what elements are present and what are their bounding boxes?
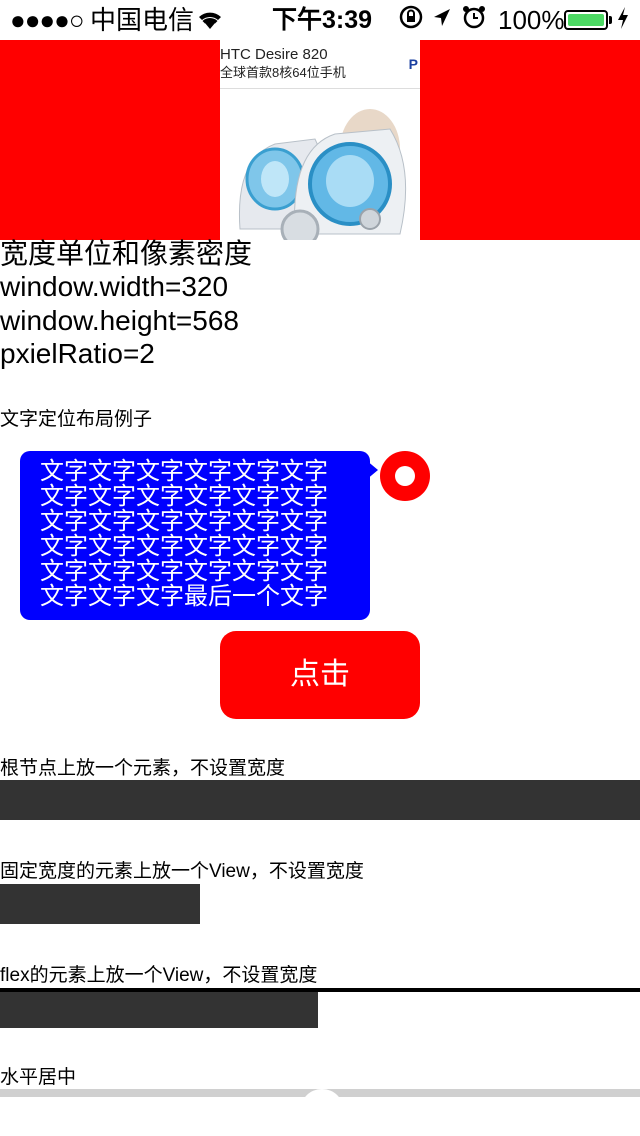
bubble-tail	[366, 460, 378, 480]
red-block-right	[420, 40, 640, 240]
ad-title: HTC Desire 820	[220, 46, 328, 63]
radio-indicator-icon[interactable]	[380, 451, 430, 501]
flex-element-label: flex的元素上放一个View，不设置宽度	[0, 965, 318, 986]
ad-subtitle: 全球首款8核64位手机	[220, 65, 346, 80]
red-block-left	[0, 40, 220, 240]
signal-strength-icon: ●●●●○	[10, 5, 85, 35]
battery-percent: 100%	[498, 5, 565, 35]
alarm-icon	[462, 4, 486, 39]
root-element-bar	[0, 780, 640, 820]
fixed-width-label: 固定宽度的元素上放一个View，不设置宽度	[0, 861, 364, 882]
text-layout-label: 文字定位布局例子	[0, 409, 153, 430]
vacuum-ad-image[interactable]: HTC Desire 820 全球首款8核64位手机 P	[220, 40, 420, 240]
vacuum-cleaner-icon	[238, 109, 407, 240]
fixed-width-bar	[0, 884, 200, 924]
location-arrow-icon	[432, 6, 452, 38]
radio-dot	[395, 466, 415, 486]
battery-icon	[564, 10, 608, 30]
flex-element-bar	[0, 992, 318, 1028]
click-button[interactable]: 点击	[220, 631, 420, 719]
center-label: 水平居中	[0, 1067, 77, 1088]
wifi-icon	[196, 6, 224, 38]
window-height-text: window.height=568	[0, 305, 239, 336]
rotation-lock-icon	[398, 4, 424, 37]
text-bubble: 文字文字文字文字文字文字文字文字文字文字文字文字文字文字文字文字文字文字文字文字…	[20, 451, 370, 620]
battery-nub	[609, 16, 612, 24]
carrier-name: 中国电信	[90, 5, 195, 35]
bubble-text: 文字文字文字文字文字文字文字文字文字文字文字文字文字文字文字文字文字文字文字文字…	[40, 458, 328, 610]
root-element-label: 根节点上放一个元素，不设置宽度	[0, 758, 286, 779]
window-width-text: window.width=320	[0, 271, 229, 302]
page-heading: 宽度单位和像素密度	[0, 238, 253, 269]
pixel-ratio-text: pxielRatio=2	[0, 338, 155, 369]
status-bar: ●●●●○ 中国电信 下午3:39 100%	[0, 0, 640, 40]
clock: 下午3:39	[272, 6, 373, 34]
battery-level	[568, 14, 604, 26]
ad-logo: P	[408, 56, 418, 72]
